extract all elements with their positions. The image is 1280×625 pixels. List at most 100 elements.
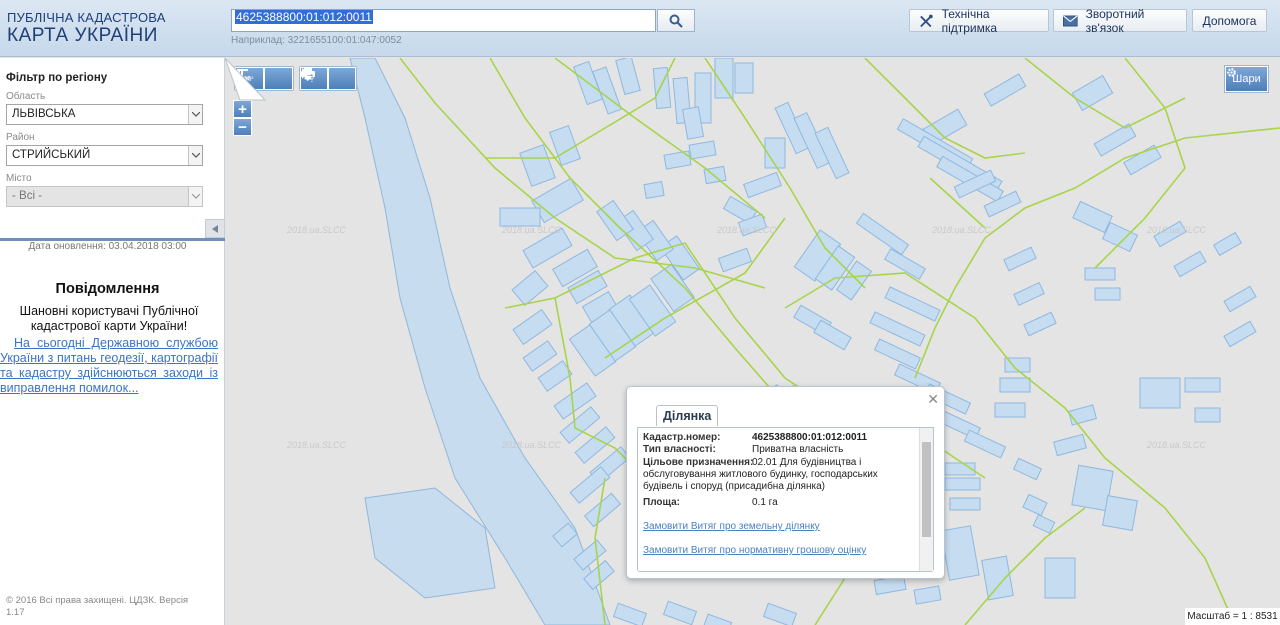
map-scale: Масштаб = 1 : 8531	[1185, 608, 1280, 625]
search-input[interactable]: 4625388800:01:012:0011	[231, 9, 656, 32]
popup-scrollbar[interactable]	[919, 428, 933, 571]
land-parcel[interactable]	[652, 66, 672, 110]
land-parcel[interactable]	[1212, 231, 1243, 257]
zoom-out-button[interactable]: −	[233, 118, 252, 136]
chevron-down-icon	[188, 146, 202, 165]
land-parcel[interactable]	[702, 613, 733, 625]
land-parcel[interactable]	[1072, 200, 1113, 234]
ownership-value: Приватна власність	[752, 444, 844, 455]
feedback-label: Зворотний зв'язок	[1085, 6, 1145, 35]
land-parcel[interactable]	[1093, 123, 1137, 157]
land-parcel[interactable]	[537, 360, 573, 392]
collapse-sidebar-button[interactable]	[205, 219, 225, 238]
search-input-value: 4625388800:01:012:0011	[235, 10, 373, 24]
area-value: 0.1 га	[752, 497, 778, 508]
land-parcel[interactable]	[963, 429, 1007, 459]
land-parcel[interactable]	[981, 555, 1014, 601]
watermark: 2018.ua.SLCC	[717, 225, 777, 235]
land-parcel[interactable]	[855, 212, 910, 256]
region-select[interactable]: ЛЬВІВСЬКА	[6, 104, 203, 125]
land-parcel[interactable]	[662, 600, 698, 625]
help-button[interactable]: Допомога	[1192, 9, 1267, 32]
land-parcel[interactable]	[1223, 320, 1257, 348]
land-parcel[interactable]	[499, 207, 541, 227]
land-parcel[interactable]	[1032, 514, 1056, 534]
close-icon[interactable]: ✕	[927, 391, 939, 408]
notice-link[interactable]: На сьогодні Державною службою України з …	[0, 336, 218, 396]
land-parcel[interactable]	[512, 308, 553, 346]
identify-button[interactable]: ?	[302, 67, 356, 90]
land-parcel[interactable]	[743, 171, 782, 199]
scrollbar-thumb[interactable]	[922, 442, 931, 537]
land-parcel[interactable]	[949, 497, 981, 511]
copyright: © 2016 Всі права захищені. ЦДЗК. Версія …	[6, 595, 189, 618]
land-parcel[interactable]	[688, 140, 717, 160]
feedback-button[interactable]: Зворотний зв'язок	[1053, 6, 1187, 35]
land-parcel[interactable]	[1012, 457, 1043, 481]
land-parcel[interactable]	[1139, 377, 1181, 409]
land-parcel[interactable]	[643, 180, 665, 200]
city-select[interactable]: - Всі -	[6, 186, 203, 207]
order-valuation-link[interactable]: Замовити Витяг про нормативну грошову оц…	[643, 545, 866, 556]
watermark: 2018.ua.SLCC	[502, 225, 562, 235]
parcel-popup: ✕ Ділянка Кадастр.номер: 4625388800:01:0…	[626, 386, 945, 579]
land-parcel[interactable]	[983, 73, 1027, 107]
tab-parcel[interactable]: Ділянка	[656, 405, 719, 426]
map-canvas[interactable]: 2018.ua.SLCC 2018.ua.SLCC 2018.ua.SLCC 2…	[225, 58, 1280, 625]
land-parcel[interactable]	[583, 492, 622, 528]
search-bar: 4625388800:01:012:0011	[231, 9, 695, 32]
action-toolbar: ?	[299, 66, 357, 91]
help-label: Допомога	[1202, 13, 1257, 28]
cadastral-value: 4625388800:01:012:0011	[752, 432, 868, 443]
land-parcel[interactable]	[999, 377, 1031, 393]
land-parcel[interactable]	[612, 602, 648, 625]
land-parcel[interactable]	[1173, 250, 1207, 278]
gear-icon	[1227, 68, 1236, 77]
land-parcel[interactable]	[734, 62, 754, 94]
land-parcel[interactable]	[1023, 311, 1057, 337]
land-parcel[interactable]	[1084, 267, 1116, 281]
district-select[interactable]: СТРИЙСЬКИЙ	[6, 145, 203, 166]
notice-text: Шановні користувачі Публічної кадастрово…	[19, 304, 199, 333]
notice-title: Повідомлення	[55, 281, 160, 297]
area-label: Площа:	[643, 497, 680, 508]
land-parcel[interactable]	[1044, 557, 1076, 599]
land-parcel[interactable]	[994, 402, 1026, 418]
land-parcel[interactable]	[1101, 221, 1139, 253]
popup-content: Кадастр.номер: 4625388800:01:012:0011 Ти…	[637, 427, 934, 572]
land-parcel[interactable]	[1071, 74, 1114, 112]
land-parcel[interactable]	[1022, 493, 1048, 517]
land-parcel[interactable]	[1094, 287, 1121, 301]
land-parcel[interactable]	[1013, 281, 1045, 307]
land-parcel[interactable]	[615, 58, 641, 96]
land-parcel[interactable]	[913, 585, 942, 605]
sidebar: Фільтр по регіону Область ЛЬВІВСЬКА Райо…	[0, 58, 225, 625]
land-parcel[interactable]	[1068, 404, 1097, 426]
land-parcel[interactable]	[1223, 285, 1257, 313]
land-parcel[interactable]	[1003, 246, 1037, 272]
order-extract-link[interactable]: Замовити Витяг про земельну ділянку	[643, 521, 820, 532]
search-icon	[669, 14, 683, 28]
land-parcel[interactable]	[944, 477, 981, 491]
land-parcel[interactable]	[1123, 144, 1162, 176]
chevron-down-icon	[188, 105, 202, 124]
land-parcel[interactable]	[1053, 433, 1087, 457]
land-parcel[interactable]	[522, 340, 558, 372]
search-hint: Наприклад: 3221655100:01:047:0052	[231, 35, 402, 46]
land-parcel[interactable]	[884, 286, 941, 322]
zoom-control: + −	[233, 100, 252, 136]
land-parcel[interactable]	[1194, 407, 1221, 423]
search-button[interactable]	[657, 9, 695, 32]
chevron-down-icon	[188, 187, 202, 206]
land-parcel[interactable]	[813, 319, 852, 351]
land-parcel[interactable]	[762, 602, 798, 625]
site-logo[interactable]: ПУБЛІЧНА КАДАСТРОВА КАРТА УКРАЇНИ	[7, 11, 166, 45]
land-parcel[interactable]	[663, 150, 692, 170]
support-label: Технічна підтримка	[941, 6, 998, 35]
land-parcel[interactable]	[940, 525, 980, 581]
land-parcel[interactable]	[1102, 495, 1138, 531]
support-button[interactable]: Технічна підтримка	[909, 6, 1049, 35]
land-parcel[interactable]	[717, 247, 753, 273]
layers-button[interactable]: Шари	[1225, 66, 1268, 92]
land-parcel[interactable]	[1184, 377, 1221, 393]
